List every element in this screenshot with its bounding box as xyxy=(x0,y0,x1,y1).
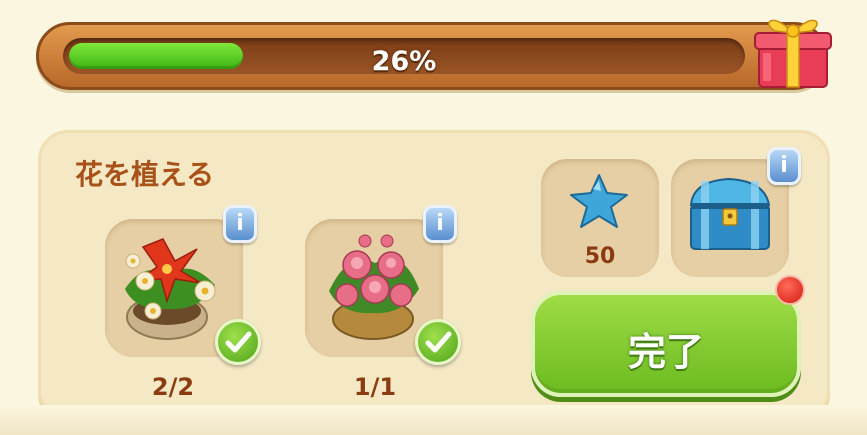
reward-stars-value: 50 xyxy=(584,244,616,269)
checkmark-icon-item-1 xyxy=(215,319,261,365)
info-button-chest[interactable]: i xyxy=(767,147,801,185)
reward-card-stars: 50 xyxy=(541,159,659,277)
quest-title: 花を植える xyxy=(75,158,215,191)
quest-panel: 花を植える i 2/2 i 1/1 50 i 完了 xyxy=(38,130,830,420)
bottom-edge xyxy=(0,405,867,435)
notification-dot xyxy=(775,275,805,305)
info-button-item-2[interactable]: i xyxy=(423,205,457,243)
item-1-count: 2/2 xyxy=(151,373,195,401)
complete-button[interactable]: 完了 xyxy=(531,291,801,397)
info-button-item-1[interactable]: i xyxy=(223,205,257,243)
gift-box-icon[interactable] xyxy=(753,9,833,91)
progress-percent-label: 26% xyxy=(371,46,437,74)
blue-star-icon xyxy=(570,174,628,228)
progress-track: 26% xyxy=(63,38,745,74)
item-2-count: 1/1 xyxy=(353,373,397,401)
progress-bar: 26% xyxy=(36,19,832,90)
checkmark-icon-item-2 xyxy=(415,319,461,365)
complete-button-label: 完了 xyxy=(627,330,704,374)
